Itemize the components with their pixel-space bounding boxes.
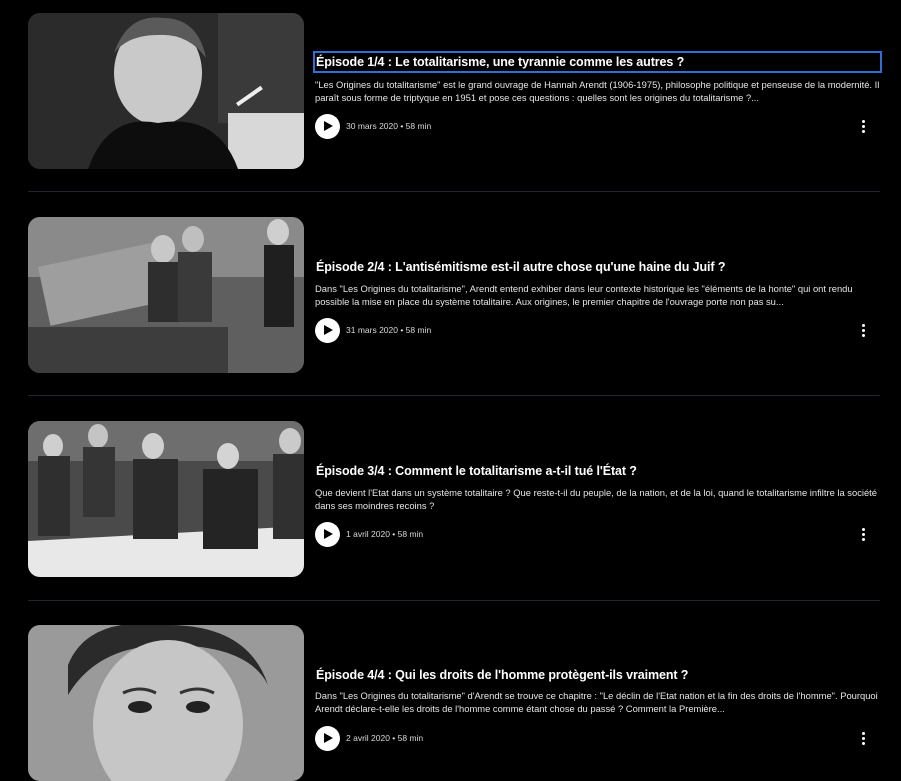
episode-card: Épisode 3/4 : Comment le totalitarisme a… [28,421,880,577]
play-button[interactable] [315,114,340,139]
play-button[interactable] [315,318,340,343]
episode-title[interactable]: Épisode 1/4 : Le totalitarisme, une tyra… [313,51,882,73]
episode-thumbnail[interactable] [28,421,304,577]
episode-date-duration: 30 mars 2020 • 58 min [346,121,432,131]
play-button[interactable] [315,726,340,751]
more-options-icon[interactable] [858,118,868,136]
play-button[interactable] [315,522,340,547]
episode-description: "Les Origines du totalitarisme" est le g… [315,79,880,104]
episode-info: Épisode 2/4 : L'antisémitisme est-il aut… [315,217,880,373]
episode-thumbnail[interactable] [28,13,304,169]
episode-card: Épisode 2/4 : L'antisémitisme est-il aut… [28,217,880,373]
episode-description: Dans "Les Origines du totalitarisme" d'A… [315,690,878,715]
episode-list: Épisode 1/4 : Le totalitarisme, une tyra… [0,0,901,781]
episode-description: Dans "Les Origines du totalitarisme", Ar… [315,283,853,308]
episode-thumbnail[interactable] [28,625,304,781]
episode-title[interactable]: Épisode 3/4 : Comment le totalitarisme a… [315,462,880,480]
episode-meta-row: 31 mars 2020 • 58 min [315,318,880,344]
episode-date-duration: 2 avril 2020 • 58 min [346,733,424,743]
episode-info: Épisode 3/4 : Comment le totalitarisme a… [315,421,880,577]
episode-meta-row: 1 avril 2020 • 58 min [315,522,880,548]
more-options-icon[interactable] [858,730,868,748]
divider [28,191,880,192]
more-options-icon[interactable] [858,322,868,340]
episode-card: Épisode 1/4 : Le totalitarisme, une tyra… [28,13,882,169]
episode-card: Épisode 4/4 : Qui les droits de l'homme … [28,625,880,781]
episode-meta-row: 30 mars 2020 • 58 min [315,114,880,140]
divider [28,395,880,396]
divider [28,600,880,601]
episode-title[interactable]: Épisode 4/4 : Qui les droits de l'homme … [315,666,880,684]
episode-description: Que devient l'Etat dans un système total… [315,487,878,512]
episode-info: Épisode 4/4 : Qui les droits de l'homme … [315,625,880,781]
episode-date-duration: 1 avril 2020 • 58 min [346,529,424,539]
more-options-icon[interactable] [858,526,868,544]
episode-meta-row: 2 avril 2020 • 58 min [315,726,880,752]
episode-title[interactable]: Épisode 2/4 : L'antisémitisme est-il aut… [315,258,880,276]
episode-date-duration: 31 mars 2020 • 58 min [346,325,432,335]
episode-info: Épisode 1/4 : Le totalitarisme, une tyra… [313,13,882,169]
episode-thumbnail[interactable] [28,217,304,373]
